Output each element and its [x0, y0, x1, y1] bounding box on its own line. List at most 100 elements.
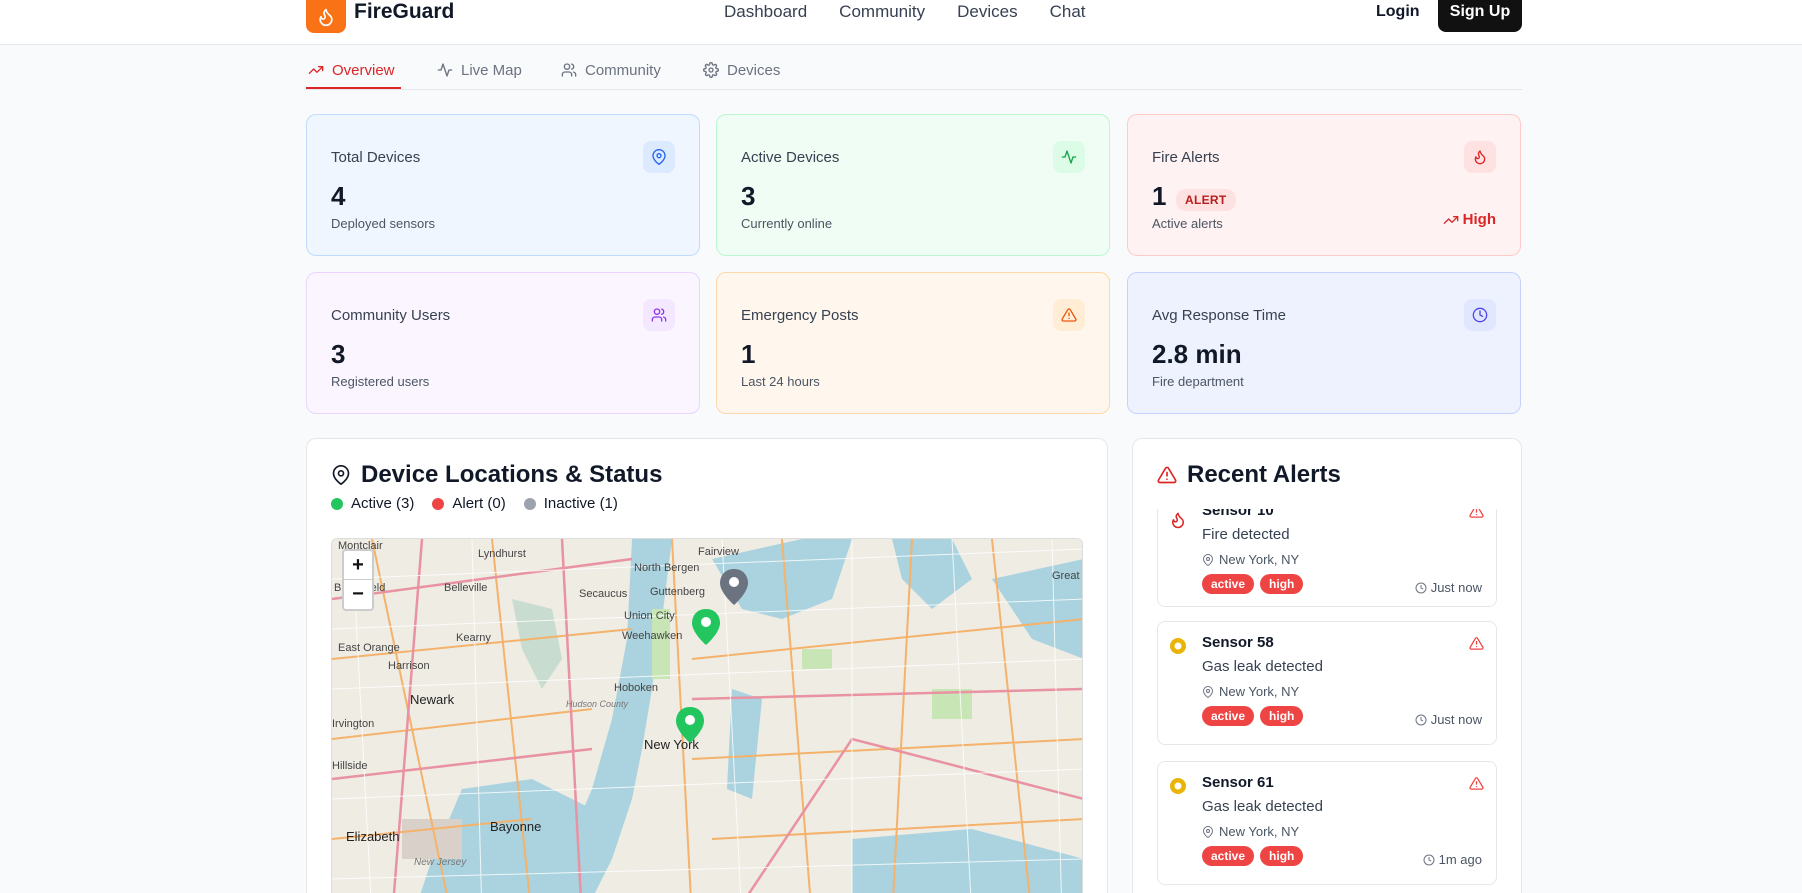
tab-live-map[interactable]: Live Map — [437, 60, 522, 80]
map-legend: Active (3) Alert (0) Inactive (1) — [331, 495, 618, 512]
zoom-in-button[interactable]: + — [344, 551, 372, 580]
map-panel-title: Device Locations & Status — [331, 461, 662, 489]
alert-location-text: New York, NY — [1219, 824, 1300, 839]
alert-time-text: Just now — [1430, 580, 1482, 595]
fireguard-logo[interactable] — [306, 0, 346, 33]
map-label: Irvington — [332, 718, 374, 730]
tab-overview[interactable]: Overview — [308, 60, 395, 80]
alert-time: 1m ago — [1423, 852, 1482, 867]
stat-icon-box — [643, 299, 675, 331]
tab-label: Live Map — [461, 61, 522, 79]
stat-value: 2.8 min — [1152, 339, 1242, 369]
stat-value: 1 — [741, 339, 756, 369]
map-tiles: Montclair Lyndhurst Bloomfield Bellevill… — [332, 539, 1082, 893]
stat-subtext: Deployed sensors — [331, 216, 436, 231]
tab-label: Overview — [332, 61, 395, 79]
legend-dot — [523, 497, 536, 510]
map-pin-icon — [332, 465, 350, 485]
alert-type-icon — [1168, 636, 1188, 656]
zoom-control: + − — [342, 549, 374, 611]
alert-warning — [1469, 776, 1484, 796]
map-label: Elizabeth — [346, 829, 399, 844]
map-label: Fairview — [698, 546, 739, 558]
nav-chat[interactable]: Chat — [1050, 0, 1086, 24]
map-label: Secaucus — [579, 588, 628, 600]
alert-message: Gas leak detected — [1202, 658, 1323, 675]
status-badge: active — [1202, 846, 1255, 866]
nav-dashboard[interactable]: Dashboard — [724, 0, 807, 24]
stat-value: 1 — [1152, 181, 1167, 211]
stat-label: Total Devices — [331, 149, 421, 166]
legend-dot — [432, 497, 445, 510]
alert-message: Gas leak detected — [1202, 798, 1323, 815]
map-label: Harrison — [388, 660, 430, 672]
alert-message: Fire detected — [1202, 526, 1290, 543]
gear-icon — [703, 62, 719, 78]
stat-card-community-users: Community Users 3 Registered users — [306, 272, 700, 414]
alert-sensor-name: Sensor 10 — [1202, 509, 1274, 519]
alert-time-text: Just now — [1430, 712, 1482, 727]
alert-type-icon — [1168, 776, 1188, 796]
clock-icon — [1415, 582, 1427, 593]
tab-devices[interactable]: Devices — [703, 60, 780, 80]
map-label: Kearny — [456, 632, 491, 644]
alert-card[interactable]: Sensor 61 Gas leak detected New York, NY… — [1157, 761, 1497, 885]
alert-card[interactable]: Sensor 10 Fire detected New York, NY act… — [1157, 509, 1497, 607]
tab-community[interactable]: Community — [561, 60, 661, 80]
status-badge: active — [1202, 574, 1255, 594]
stat-label: Emergency Posts — [741, 307, 859, 324]
device-map-panel: Device Locations & Status Active (3) Ale… — [306, 438, 1108, 893]
device-map[interactable]: Montclair Lyndhurst Bloomfield Bellevill… — [331, 538, 1083, 893]
alert-time-text: 1m ago — [1438, 852, 1482, 867]
users-icon — [561, 63, 577, 77]
map-label: Great — [1052, 570, 1080, 582]
map-label: Lyndhurst — [478, 548, 526, 560]
warning-icon — [1469, 777, 1484, 790]
legend-label: Active (3) — [351, 495, 415, 512]
zoom-out-button[interactable]: − — [344, 580, 372, 609]
stat-icon-box — [1464, 299, 1496, 331]
stat-label: Community Users — [331, 307, 451, 324]
active-tab-indicator — [306, 87, 401, 89]
activity-icon — [437, 63, 453, 77]
sign-up-button[interactable]: Sign Up — [1438, 0, 1522, 32]
map-pin-icon — [652, 149, 666, 165]
alert-sensor-name: Sensor 58 — [1202, 634, 1274, 651]
map-label: Hoboken — [614, 682, 658, 694]
stat-subtext: Fire department — [1152, 374, 1244, 389]
legend-label: Alert (0) — [452, 495, 506, 512]
stat-label: Avg Response Time — [1152, 307, 1286, 324]
stat-icon-box — [643, 141, 675, 173]
legend-label: Inactive (1) — [543, 495, 618, 512]
brand-name[interactable]: FireGuard — [354, 0, 454, 24]
alert-time: Just now — [1415, 712, 1482, 727]
map-label: North Bergen — [634, 562, 699, 574]
alert-list: Sensor 10 Fire detected New York, NY act… — [1133, 509, 1521, 893]
flame-icon — [319, 8, 333, 27]
map-label: New Jersey — [414, 857, 467, 868]
stat-card-avg-response: Avg Response Time 2.8 min Fire departmen… — [1127, 272, 1521, 414]
stat-value: 4 — [331, 181, 346, 211]
map-label: Hudson County — [566, 699, 629, 709]
alert-sensor-name: Sensor 61 — [1202, 774, 1274, 791]
alert-type-icon — [1168, 510, 1188, 530]
trend-indicator: High — [1443, 211, 1496, 228]
nav-community[interactable]: Community — [839, 0, 925, 24]
alert-tags: active high — [1202, 574, 1304, 594]
top-header: FireGuard Dashboard Community Devices Ch… — [0, 0, 1802, 45]
alerts-panel-title: Recent Alerts — [1157, 461, 1341, 489]
gas-circle-icon — [1170, 778, 1186, 794]
alert-card[interactable]: Sensor 58 Gas leak detected New York, NY… — [1157, 621, 1497, 745]
stat-icon-box — [1053, 141, 1085, 173]
legend-active: Active (3) — [331, 495, 414, 512]
stat-card-emergency-posts: Emergency Posts 1 Last 24 hours — [716, 272, 1110, 414]
map-pin-icon — [1202, 553, 1214, 566]
clock-icon — [1472, 307, 1488, 323]
stat-card-total-devices: Total Devices 4 Deployed sensors — [306, 114, 700, 256]
alert-location: New York, NY — [1202, 824, 1299, 839]
dashboard-tabs: Overview Live Map Community Devices — [306, 46, 1522, 90]
trending-up-icon — [1443, 215, 1459, 224]
nav-devices[interactable]: Devices — [957, 0, 1017, 24]
trend-label: High — [1462, 211, 1496, 228]
login-link[interactable]: Login — [1376, 0, 1420, 24]
